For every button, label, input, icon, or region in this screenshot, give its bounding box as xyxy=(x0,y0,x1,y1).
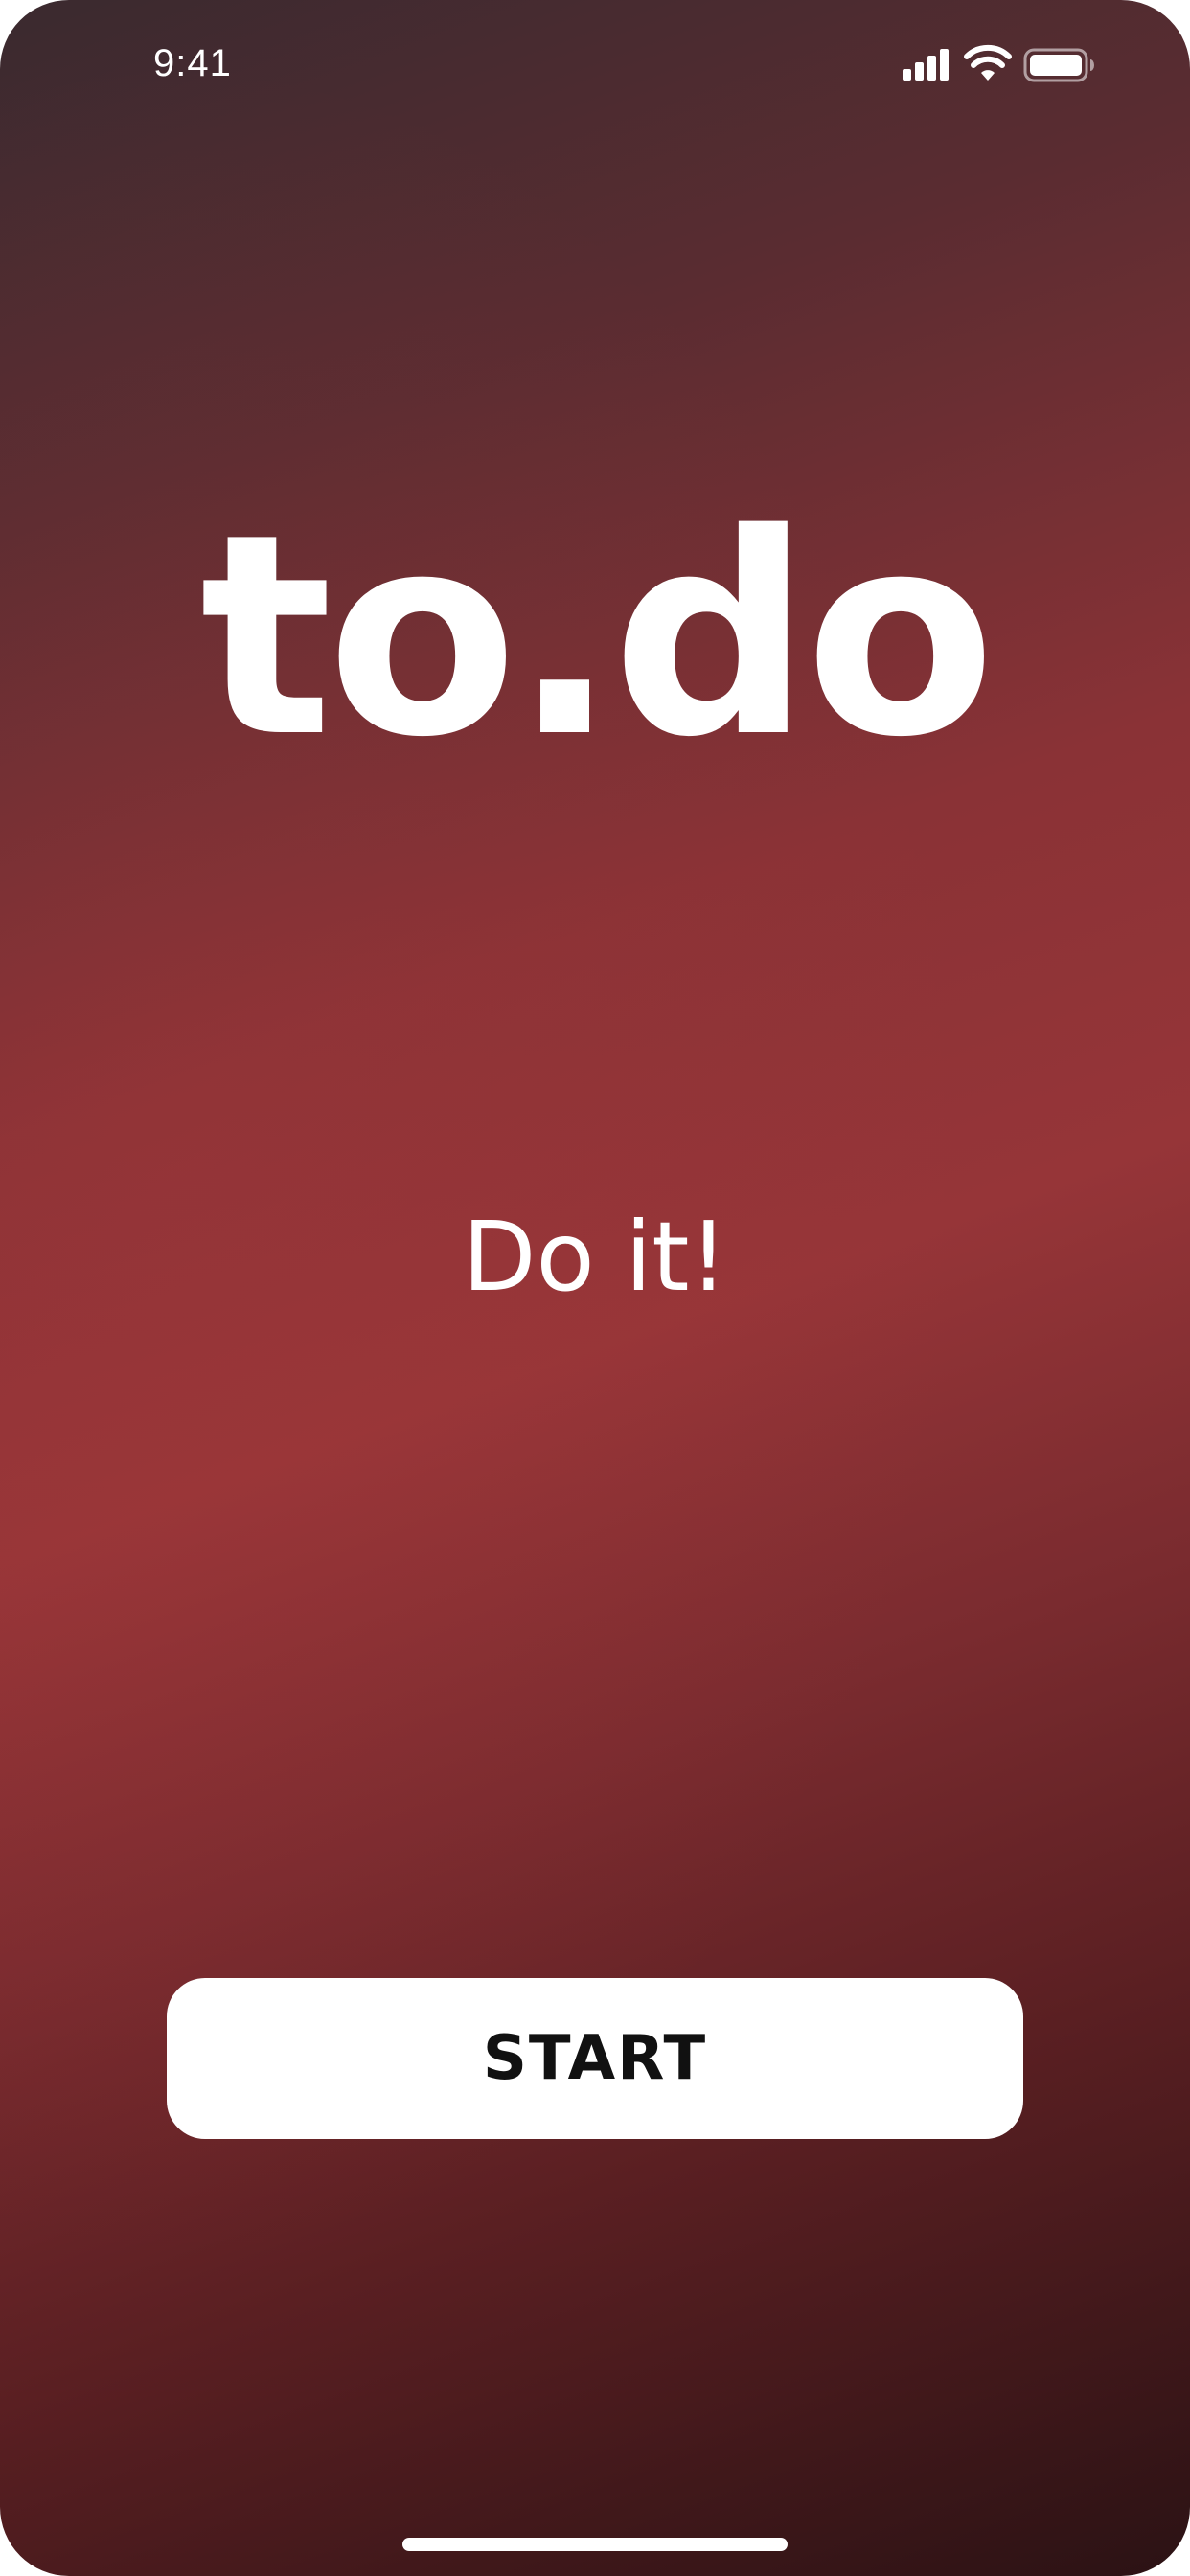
signal-icon xyxy=(903,49,949,80)
start-button-label: START xyxy=(482,2023,708,2094)
app-title: to.do xyxy=(199,475,996,798)
start-button[interactable]: START xyxy=(167,1978,1023,2139)
wifi-icon xyxy=(964,44,1012,80)
status-time: 9:41 xyxy=(153,42,232,84)
status-bar: 9:41 xyxy=(0,0,1190,134)
home-indicator[interactable] xyxy=(402,2538,788,2551)
tagline: Do it! xyxy=(462,1201,728,1313)
app-screen: 9:41 to.do Do it! START xyxy=(0,0,1190,2576)
battery-icon xyxy=(1023,48,1094,82)
